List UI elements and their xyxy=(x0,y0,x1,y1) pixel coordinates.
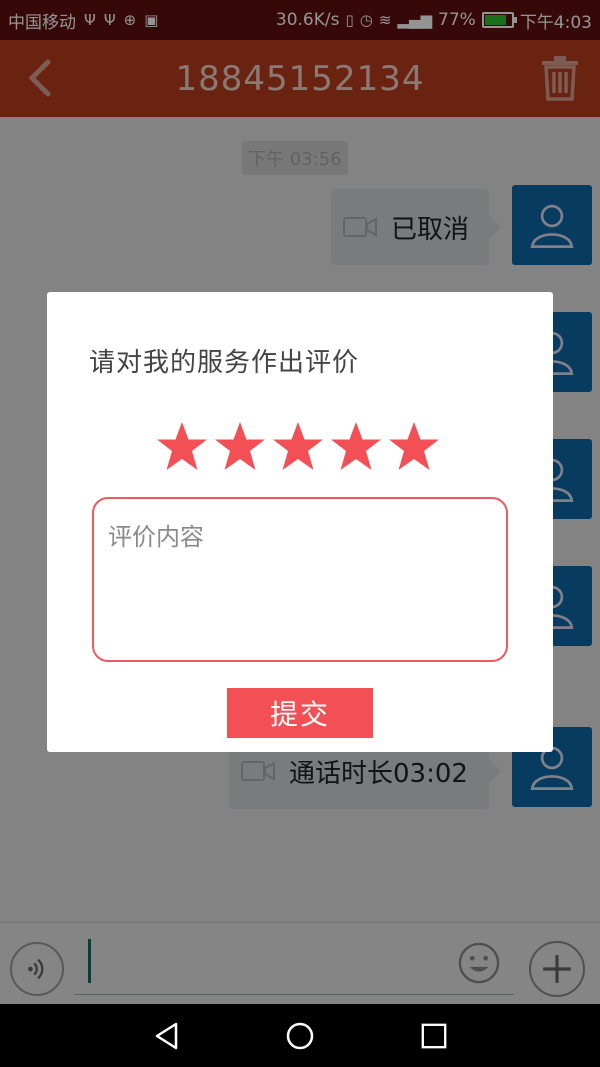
nav-home-icon[interactable] xyxy=(285,1021,315,1051)
dialog-title: 请对我的服务作出评价 xyxy=(89,348,360,378)
nav-back-icon[interactable] xyxy=(152,1021,182,1051)
star-icon[interactable] xyxy=(213,420,267,474)
star-icon[interactable] xyxy=(329,420,383,474)
star-icon[interactable] xyxy=(387,420,441,474)
system-nav-bar xyxy=(0,1004,600,1067)
star-rating[interactable] xyxy=(155,420,441,474)
star-icon[interactable] xyxy=(271,420,325,474)
nav-recents-icon[interactable] xyxy=(420,1022,448,1050)
rating-dialog: 请对我的服务作出评价 提交 xyxy=(47,292,553,752)
star-icon[interactable] xyxy=(155,420,209,474)
review-input[interactable] xyxy=(92,497,508,662)
submit-button[interactable]: 提交 xyxy=(227,688,373,738)
